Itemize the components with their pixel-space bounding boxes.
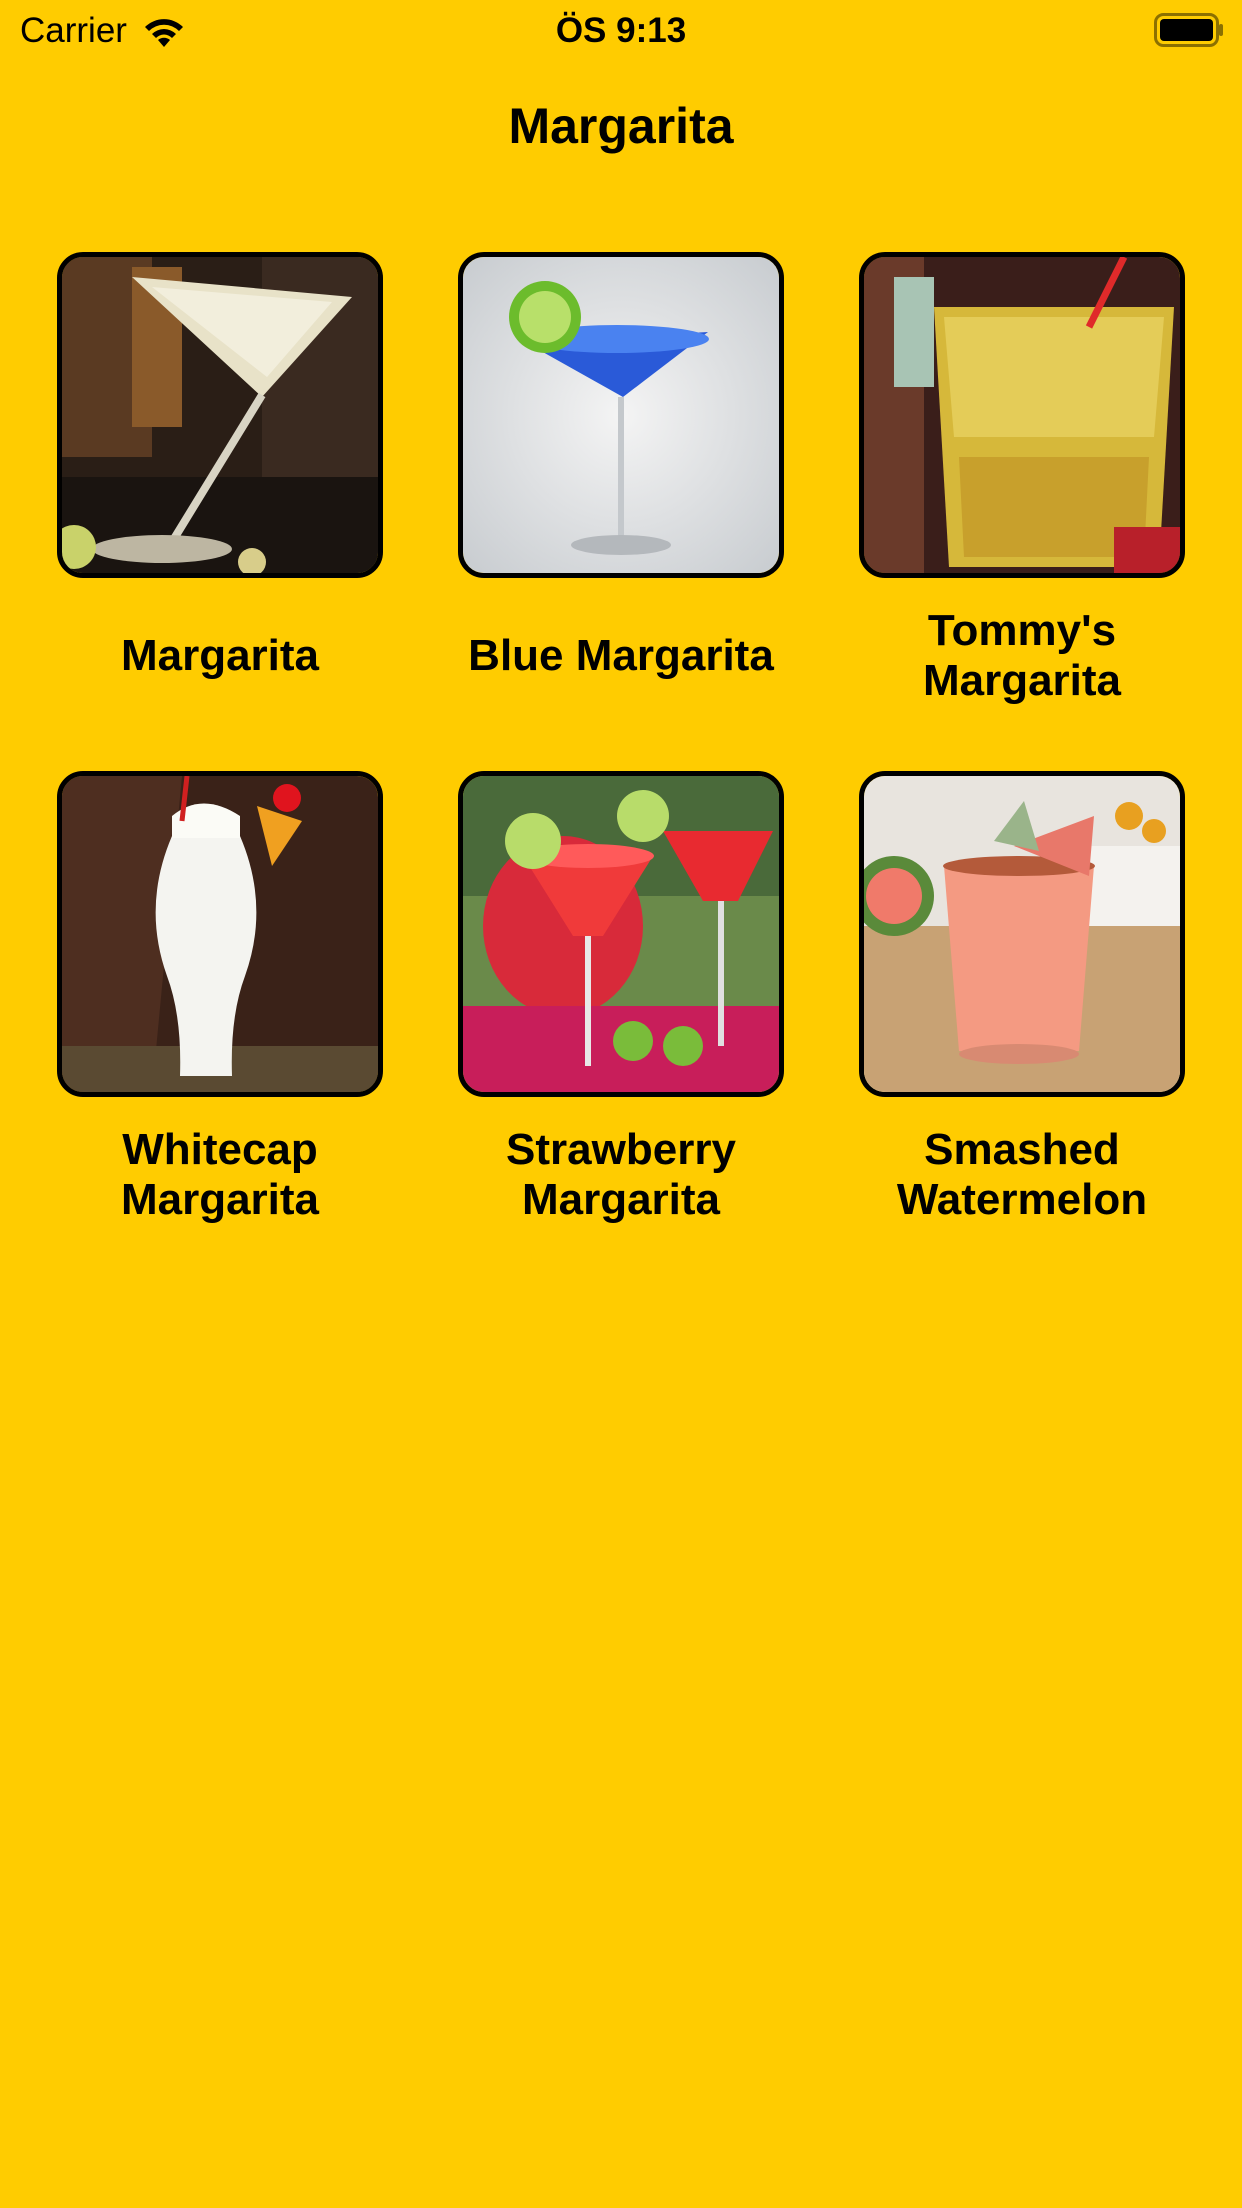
page-title: Margarita [508, 98, 734, 154]
drink-name: Blue Margarita [468, 631, 774, 680]
drink-thumbnail[interactable] [458, 771, 784, 1097]
margarita-glasses-red-image [463, 776, 779, 1092]
drink-thumbnail[interactable] [57, 771, 383, 1097]
status-time: ÖS 9:13 [555, 11, 687, 50]
status-bar: Carrier ÖS 9:13 [0, 0, 1242, 62]
hurricane-glass-white-image [62, 776, 378, 1092]
drink-card-margarita[interactable]: Margarita [20, 252, 420, 706]
tumbler-yellow-image [864, 257, 1180, 573]
drink-card-strawberry-margarita[interactable]: Strawberry Margarita [421, 771, 821, 1225]
drink-name: Margarita [120, 631, 320, 680]
drink-card-whitecap-margarita[interactable]: Whitecap Margarita [20, 771, 420, 1225]
drink-name: Tommy's Margarita [922, 606, 1122, 705]
drink-name: Whitecap Margarita [120, 1125, 320, 1224]
drink-card-tommys-margarita[interactable]: Tommy's Margarita [822, 252, 1222, 706]
drink-name: Strawberry Margarita [506, 1125, 736, 1224]
cocktail-glass-clear-image [62, 257, 378, 573]
drink-card-blue-margarita[interactable]: Blue Margarita [421, 252, 821, 706]
drink-thumbnail[interactable] [859, 252, 1185, 578]
tumbler-pink-image [864, 776, 1180, 1092]
drink-thumbnail[interactable] [458, 252, 784, 578]
battery-icon [1154, 13, 1224, 47]
drink-thumbnail[interactable] [57, 252, 383, 578]
drink-name: Smashed Watermelon [896, 1125, 1148, 1224]
cocktail-glass-blue-image [463, 257, 779, 573]
drink-thumbnail[interactable] [859, 771, 1185, 1097]
drink-card-smashed-watermelon[interactable]: Smashed Watermelon [822, 771, 1222, 1225]
